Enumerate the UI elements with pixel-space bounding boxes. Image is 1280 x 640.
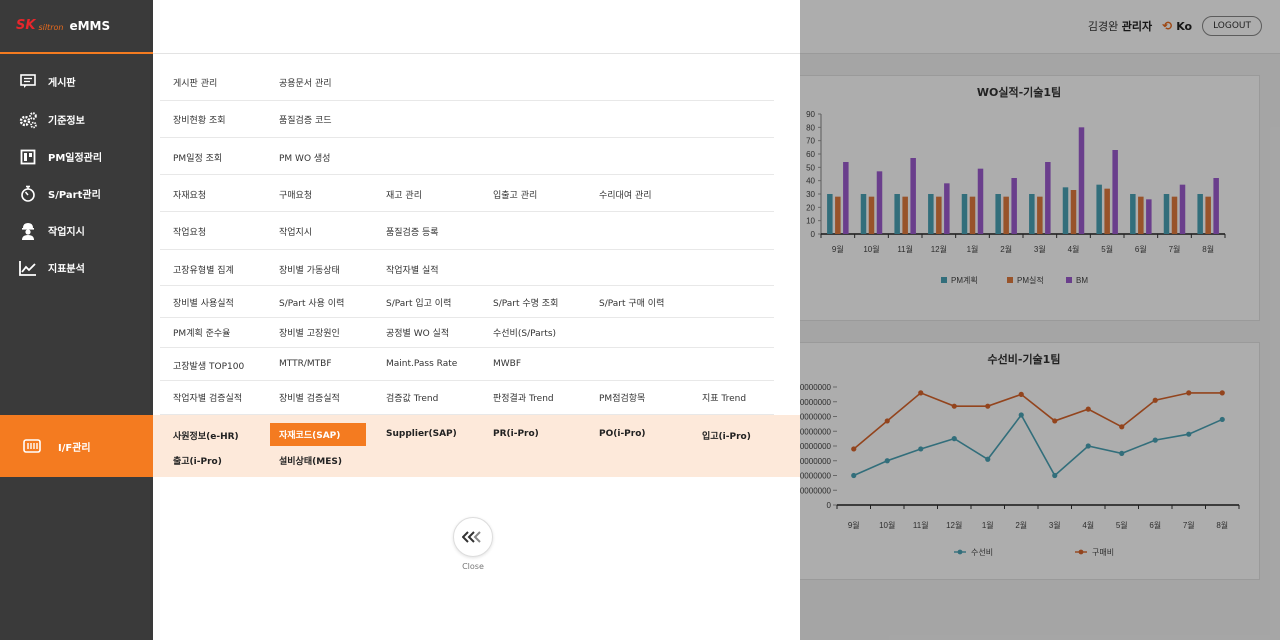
menu-link[interactable]: 작업자별 검증실적	[173, 391, 242, 404]
menu-link[interactable]: 공정별 WO 실적	[386, 326, 449, 339]
menu-link[interactable]: 사원정보(e-HR)	[173, 429, 239, 442]
menu-row-work: 작업요청 작업지시 품질검증 등록	[160, 212, 774, 250]
menu-link[interactable]: 작업지시	[279, 225, 312, 238]
close-label: Close	[462, 562, 484, 571]
menu-top-divider	[153, 53, 800, 54]
menu-row-kpi-4: 고장발생 TOP100 MTTR/MTBF Maint.Pass Rate MW…	[160, 348, 774, 381]
menu-row-interface: 사원정보(e-HR) 자재코드(SAP) Supplier(SAP) PR(i-…	[153, 415, 800, 477]
menu-link[interactable]: 품질검증 등록	[386, 225, 439, 238]
worker-icon	[18, 222, 38, 240]
menu-link[interactable]: 장비별 가동상태	[279, 263, 340, 276]
logo-area: SK siltron eMMS	[0, 0, 153, 54]
sidebar-item-label: 기준정보	[48, 116, 85, 127]
menu-link[interactable]: S/Part 사용 이력	[279, 296, 344, 309]
menu-link[interactable]: 게시판 관리	[173, 76, 217, 89]
menu-link[interactable]: 입고(i-Pro)	[702, 429, 751, 442]
gears-icon	[18, 111, 38, 128]
menu-link[interactable]: 구매요청	[279, 188, 312, 201]
menu-link[interactable]: 출고(i-Pro)	[173, 454, 222, 467]
sidebar-item-label: I/F관리	[58, 442, 91, 454]
menu-link[interactable]: MWBF	[493, 359, 521, 369]
menu-link[interactable]: S/Part 입고 이력	[386, 296, 451, 309]
menu-link[interactable]: 장비별 고장원인	[279, 326, 340, 339]
double-chevron-left-icon	[462, 531, 481, 543]
menu-link[interactable]: PM WO 생성	[279, 151, 330, 164]
menu-link[interactable]: 장비별 검증실적	[279, 391, 340, 404]
menu-link[interactable]: S/Part 수명 조회	[493, 296, 558, 309]
sidebar-item-label: S/Part관리	[48, 190, 101, 201]
menu-row-spart: 자재요청 구매요청 재고 관리 입출고 관리 수리대여 관리	[160, 175, 774, 212]
sidebar-item-board[interactable]: 게시판	[0, 63, 153, 100]
sidebar-item-kpi[interactable]: 지표분석	[0, 249, 153, 286]
menu-link[interactable]: 수리대여 관리	[599, 188, 652, 201]
logo-siltron: siltron	[38, 23, 64, 32]
schedule-icon	[18, 149, 38, 165]
sidebar: SK siltron eMMS 게시판 기준정보 PM일정관리 S/Part관리…	[0, 0, 153, 640]
logo[interactable]: SK siltron eMMS	[16, 18, 110, 33]
sidebar-item-master-info[interactable]: 기준정보	[0, 101, 153, 138]
menu-link[interactable]: Maint.Pass Rate	[386, 359, 457, 369]
menu-link[interactable]: PR(i-Pro)	[493, 429, 539, 439]
menu-link[interactable]: PO(i-Pro)	[599, 429, 646, 439]
menu-link[interactable]: PM계획 준수율	[173, 326, 230, 339]
menu-link[interactable]: MTTR/MTBF	[279, 359, 332, 369]
menu-link[interactable]: 공용문서 관리	[279, 76, 332, 89]
menu-link[interactable]: 작업자별 실적	[386, 263, 439, 276]
mega-menu-panel: 게시판 관리 공용문서 관리 장비현황 조회 품질검증 코드 PM일정 조회 P…	[153, 0, 800, 640]
menu-link[interactable]: 자재요청	[173, 188, 206, 201]
menu-link-selected[interactable]: 자재코드(SAP)	[270, 423, 366, 446]
menu-link[interactable]: Supplier(SAP)	[386, 429, 457, 439]
menu-link[interactable]: PM점검항목	[599, 391, 645, 404]
sidebar-item-label: 지표분석	[48, 264, 85, 275]
menu-link[interactable]: 품질검증 코드	[279, 113, 332, 126]
menu-link[interactable]: 장비현황 조회	[173, 113, 226, 126]
menu-row-kpi-5: 작업자별 검증실적 장비별 검증실적 검증값 Trend 판정결과 Trend …	[160, 381, 774, 415]
sidebar-item-work-order[interactable]: 작업지시	[0, 212, 153, 249]
menu-row-board: 게시판 관리 공용문서 관리	[160, 64, 774, 101]
logo-emms: eMMS	[69, 19, 111, 33]
sidebar-item-label: PM일정관리	[48, 153, 103, 164]
menu-row-pm: PM일정 조회 PM WO 생성	[160, 138, 774, 175]
chart-icon	[18, 260, 38, 276]
menu-link[interactable]: 지표 Trend	[702, 391, 746, 404]
interface-icon	[22, 438, 42, 454]
sidebar-item-interface[interactable]: I/F관리	[0, 415, 153, 477]
menu-link[interactable]: 검증값 Trend	[386, 391, 438, 404]
sidebar-item-label: 작업지시	[48, 227, 85, 238]
menu-link[interactable]: 재고 관리	[386, 188, 422, 201]
menu-link[interactable]: 수선비(S/Parts)	[493, 326, 556, 339]
menu-row-master-info: 장비현황 조회 품질검증 코드	[160, 101, 774, 138]
menu-link[interactable]: 고장유형별 집계	[173, 263, 234, 276]
menu-link[interactable]: PM일정 조회	[173, 151, 222, 164]
close-menu-button[interactable]	[453, 517, 493, 557]
menu-row-kpi-1: 고장유형별 집계 장비별 가동상태 작업자별 실적	[160, 250, 774, 286]
sidebar-item-label: 게시판	[48, 78, 76, 89]
menu-link[interactable]: 입출고 관리	[493, 188, 537, 201]
menu-link[interactable]: 작업요청	[173, 225, 206, 238]
sidebar-item-pm-schedule[interactable]: PM일정관리	[0, 138, 153, 175]
stopwatch-icon	[18, 185, 38, 202]
menu-link[interactable]: 판정결과 Trend	[493, 391, 554, 404]
menu-link[interactable]: 고장발생 TOP100	[173, 359, 244, 372]
menu-link[interactable]: S/Part 구매 이력	[599, 296, 664, 309]
board-icon	[18, 74, 38, 90]
menu-row-kpi-2: 장비별 사용실적 S/Part 사용 이력 S/Part 입고 이력 S/Par…	[160, 286, 774, 318]
logo-sk: SK	[16, 18, 36, 33]
menu-link[interactable]: 설비상태(MES)	[279, 454, 342, 467]
sidebar-item-spart[interactable]: S/Part관리	[0, 175, 153, 212]
menu-row-kpi-3: PM계획 준수율 장비별 고장원인 공정별 WO 실적 수선비(S/Parts)	[160, 318, 774, 348]
menu-link[interactable]: 장비별 사용실적	[173, 296, 234, 309]
